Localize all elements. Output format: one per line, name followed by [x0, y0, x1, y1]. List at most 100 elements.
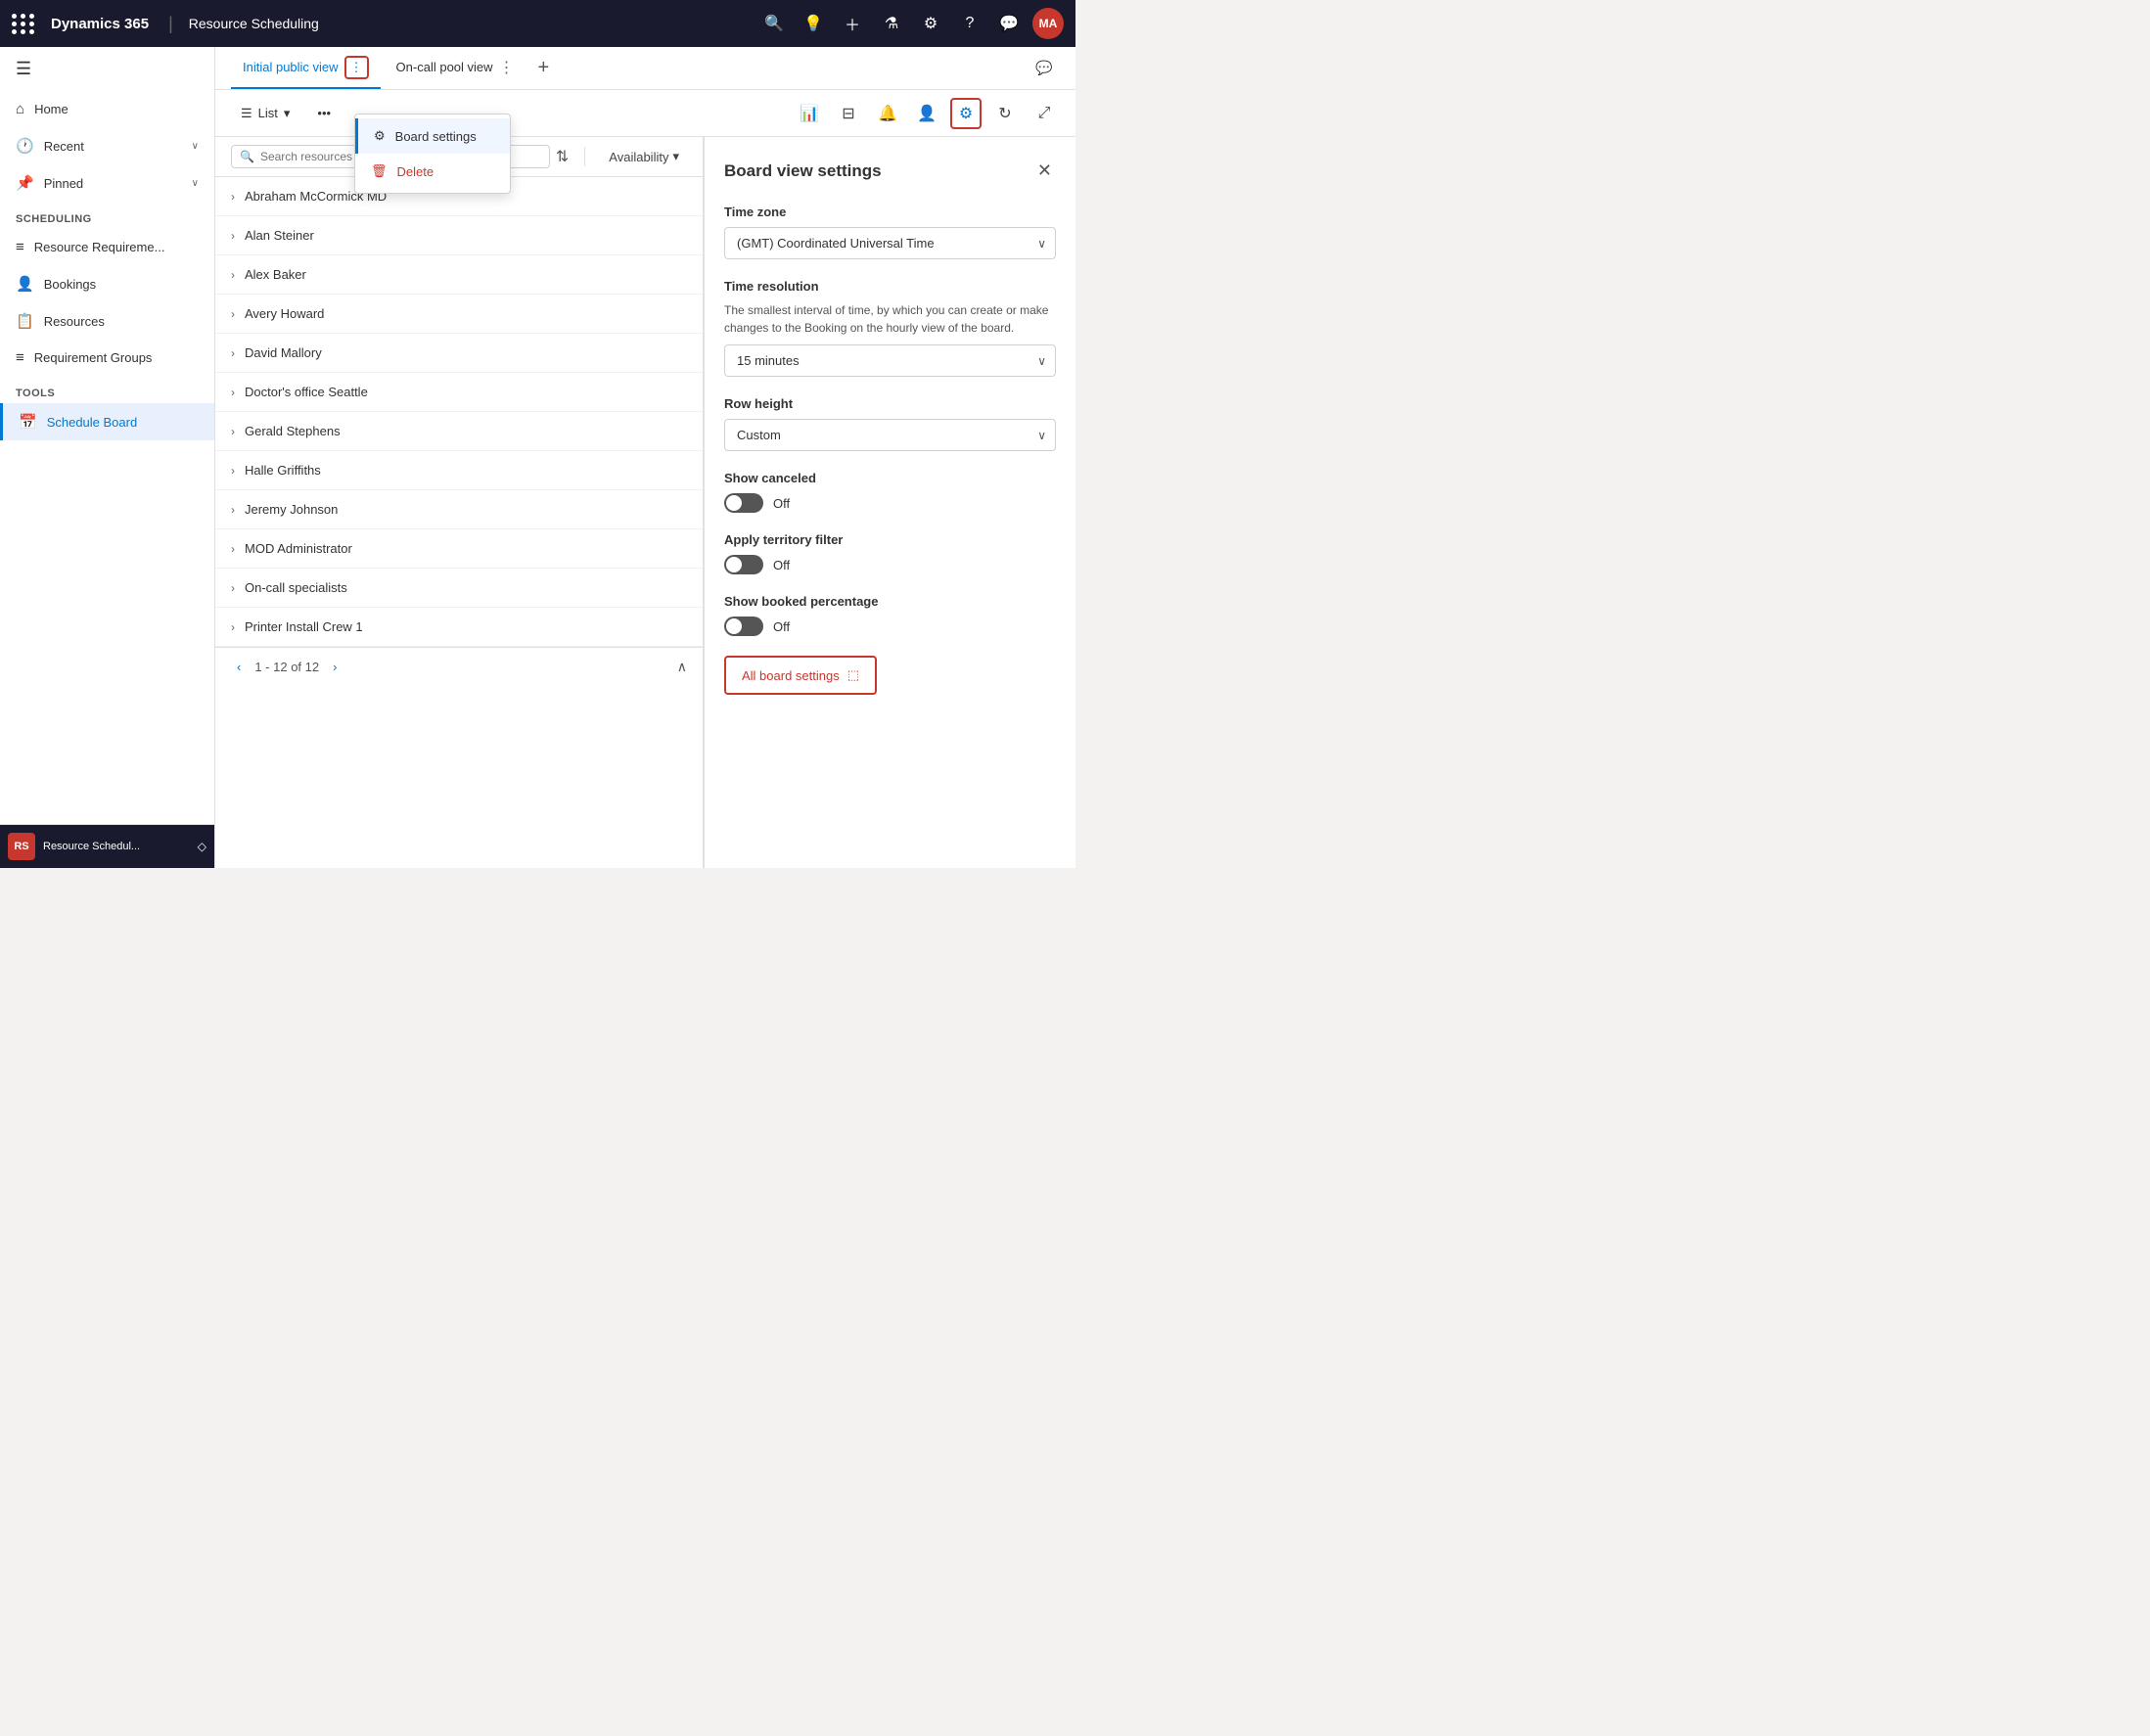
- show-canceled-label: Show canceled: [724, 471, 1056, 485]
- sidebar-item-recent[interactable]: 🕐 Recent ∨: [0, 127, 214, 164]
- time-resolution-select[interactable]: 15 minutes 30 minutes 1 hour 2 hours: [724, 344, 1056, 377]
- resource-name: On-call specialists: [245, 580, 347, 595]
- row-height-label: Row height: [724, 396, 1056, 411]
- content-split: 🔍 ⇅ Availability ▾ › Abraham McCormick M…: [215, 137, 1075, 868]
- show-booked-toggle[interactable]: [724, 617, 763, 636]
- sidebar-item-label: Schedule Board: [47, 415, 138, 430]
- sidebar-item-resources[interactable]: 📋 Resources: [0, 302, 214, 340]
- apply-territory-label: Apply territory filter: [724, 532, 1056, 547]
- show-booked-value: Off: [773, 619, 790, 634]
- context-menu-item-label: Delete: [397, 164, 435, 179]
- list-icon: ≡: [16, 239, 24, 255]
- sidebar-item-req-groups[interactable]: ≡ Requirement Groups: [0, 340, 214, 376]
- row-chevron-icon: ›: [231, 464, 235, 478]
- tab-more-icon[interactable]: ⋮: [499, 58, 515, 77]
- list-item[interactable]: › David Mallory: [215, 334, 703, 373]
- pagination-label: 1 - 12 of 12: [254, 660, 319, 674]
- sidebar: ☰ ⌂ Home 🕐 Recent ∨ 📌 Pinned ∨ Schedulin…: [0, 47, 215, 868]
- list-item[interactable]: › Gerald Stephens: [215, 412, 703, 451]
- list-item[interactable]: › Jeremy Johnson: [215, 490, 703, 529]
- apply-territory-value: Off: [773, 558, 790, 572]
- tab-oncall-pool-view[interactable]: On-call pool view ⋮: [385, 50, 526, 87]
- settings-panel-title: Board view settings: [724, 161, 882, 181]
- show-canceled-section: Show canceled Off: [724, 471, 1056, 513]
- nav-divider: |: [168, 14, 173, 34]
- sidebar-item-bookings[interactable]: 👤 Bookings: [0, 265, 214, 302]
- time-resolution-desc: The smallest interval of time, by which …: [724, 301, 1056, 337]
- list-item[interactable]: › Alex Baker: [215, 255, 703, 295]
- row-height-select[interactable]: Custom Small Medium Large: [724, 419, 1056, 451]
- sidebar-item-label: Requirement Groups: [34, 350, 153, 365]
- tab-initial-public-view[interactable]: Initial public view ⋮: [231, 48, 381, 89]
- expand-icon-button[interactable]: ⤢: [1029, 98, 1060, 129]
- rs-icon: RS: [8, 833, 35, 860]
- resource-icon-button[interactable]: 👤: [911, 98, 942, 129]
- sidebar-item-resource-req[interactable]: ≡ Resource Requireme...: [0, 229, 214, 265]
- show-booked-section: Show booked percentage Off: [724, 594, 1056, 636]
- recent-icon: 🕐: [16, 137, 34, 155]
- module-title: Resource Scheduling: [189, 16, 319, 31]
- resource-name: MOD Administrator: [245, 541, 352, 556]
- list-item[interactable]: › Alan Steiner: [215, 216, 703, 255]
- gear-icon[interactable]: ⚙: [915, 8, 946, 39]
- list-view-button[interactable]: ☰ List ▾: [231, 100, 299, 127]
- all-board-settings-button[interactable]: All board settings ⬚: [724, 656, 877, 695]
- timezone-select[interactable]: (GMT) Coordinated Universal Time: [724, 227, 1056, 259]
- more-options-button[interactable]: •••: [307, 100, 341, 126]
- time-resolution-label: Time resolution: [724, 279, 1056, 294]
- close-settings-button[interactable]: ✕: [1033, 157, 1056, 185]
- row-chevron-icon: ›: [231, 503, 235, 517]
- show-canceled-toggle[interactable]: [724, 493, 763, 513]
- resource-list-area: 🔍 ⇅ Availability ▾ › Abraham McCormick M…: [215, 137, 704, 868]
- apply-territory-toggle[interactable]: [724, 555, 763, 574]
- refresh-icon-button[interactable]: ↻: [989, 98, 1021, 129]
- waffle-icon[interactable]: [12, 14, 35, 34]
- resource-name: Halle Griffiths: [245, 463, 321, 478]
- add-icon[interactable]: ＋: [837, 8, 868, 39]
- next-page-button[interactable]: ›: [327, 658, 343, 676]
- context-menu-delete[interactable]: 🗑 Delete: [355, 154, 510, 189]
- resources-icon: 📋: [16, 312, 34, 330]
- list-item[interactable]: › On-call specialists: [215, 569, 703, 608]
- toolbar: ☰ List ▾ ••• 📊 ⊟ 🔔 👤 ⚙ ↻ ⤢: [215, 90, 1075, 137]
- gantt-icon-button[interactable]: ⊟: [833, 98, 864, 129]
- chat-panel-icon[interactable]: 💬: [1029, 53, 1060, 84]
- show-booked-label: Show booked percentage: [724, 594, 1056, 609]
- sidebar-item-pinned[interactable]: 📌 Pinned ∨: [0, 164, 214, 202]
- sidebar-bottom-label: Resource Schedul...: [43, 841, 140, 852]
- sidebar-item-schedule-board[interactable]: 📅 Schedule Board: [0, 403, 214, 440]
- list-item[interactable]: › MOD Administrator: [215, 529, 703, 569]
- collapse-icon[interactable]: ∧: [677, 659, 687, 675]
- report-icon-button[interactable]: 📊: [794, 98, 825, 129]
- user-avatar[interactable]: MA: [1032, 8, 1064, 39]
- list-item[interactable]: › Halle Griffiths: [215, 451, 703, 490]
- help-icon[interactable]: ?: [954, 8, 985, 39]
- list-item[interactable]: › Printer Install Crew 1: [215, 608, 703, 647]
- filter-icon[interactable]: ⚗: [876, 8, 907, 39]
- availability-button[interactable]: Availability ▾: [601, 145, 687, 168]
- alert-icon-button[interactable]: 🔔: [872, 98, 903, 129]
- sidebar-item-home[interactable]: ⌂ Home: [0, 91, 214, 127]
- brand-name[interactable]: Dynamics 365: [51, 16, 149, 32]
- context-menu-board-settings[interactable]: ⚙ Board settings: [355, 118, 510, 154]
- settings-icon-button[interactable]: ⚙: [950, 98, 982, 129]
- list-chevron: ▾: [284, 106, 291, 121]
- prev-page-button[interactable]: ‹: [231, 658, 247, 676]
- content-area: Initial public view ⋮ On-call pool view …: [215, 47, 1075, 868]
- hamburger-button[interactable]: ☰: [0, 47, 214, 91]
- row-chevron-icon: ›: [231, 268, 235, 282]
- toggle-knob: [726, 557, 742, 572]
- lightbulb-icon[interactable]: 💡: [798, 8, 829, 39]
- chat-icon[interactable]: 💬: [993, 8, 1025, 39]
- trash-icon: 🗑: [371, 163, 388, 179]
- add-tab-button[interactable]: +: [530, 53, 558, 83]
- diamond-icon: ◇: [198, 840, 206, 853]
- tab-menu-icon[interactable]: ⋮: [344, 56, 369, 79]
- sort-icon[interactable]: ⇅: [556, 147, 569, 166]
- list-item[interactable]: › Avery Howard: [215, 295, 703, 334]
- settings-panel-header: Board view settings ✕: [724, 157, 1056, 185]
- search-icon[interactable]: 🔍: [758, 8, 790, 39]
- list-item[interactable]: › Doctor's office Seattle: [215, 373, 703, 412]
- home-icon: ⌂: [16, 101, 24, 117]
- search-icon: 🔍: [240, 150, 254, 163]
